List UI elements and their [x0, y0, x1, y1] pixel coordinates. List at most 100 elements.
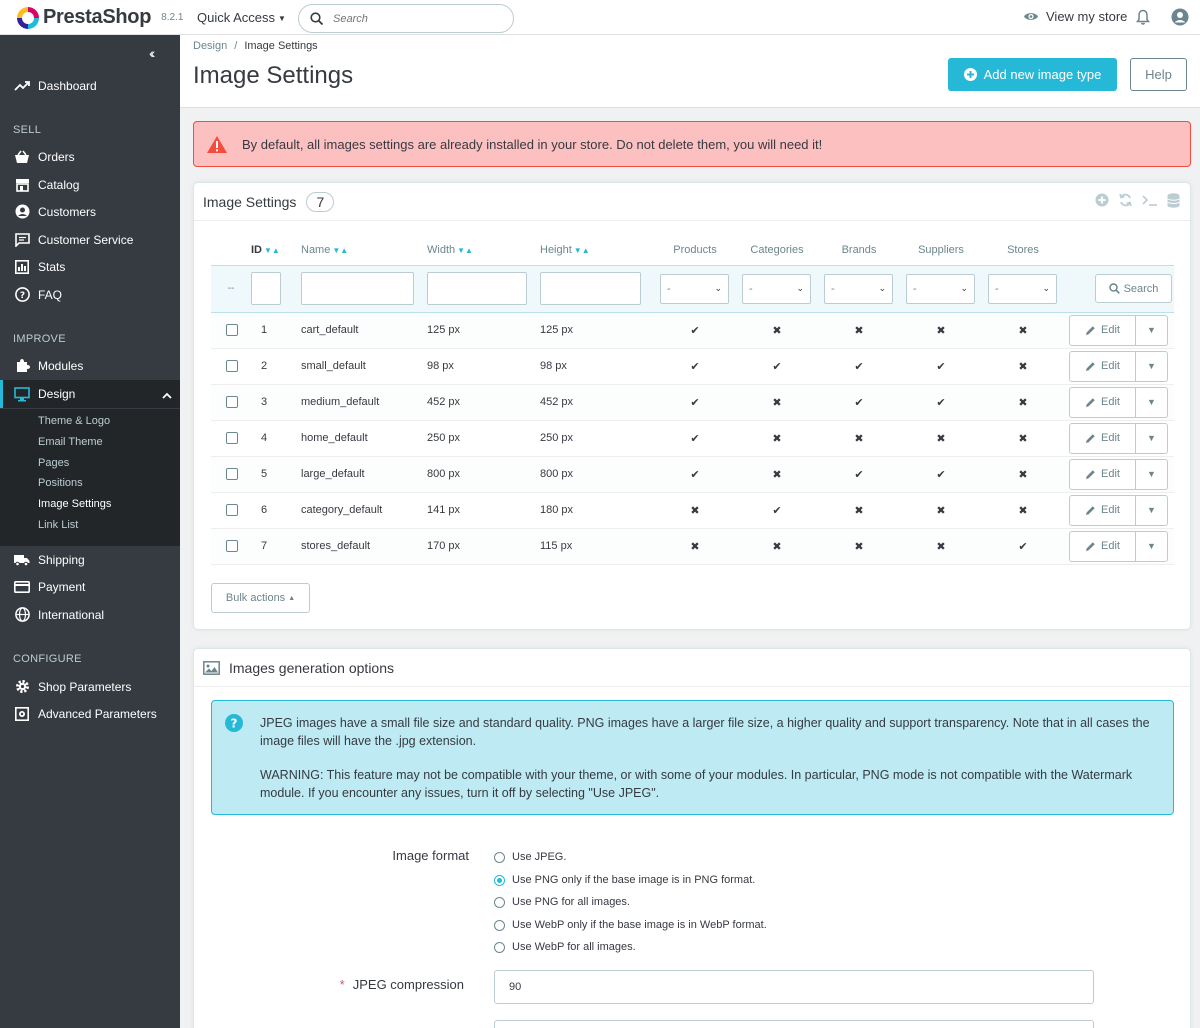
- th-height[interactable]: Height ▼▲: [540, 236, 654, 265]
- cell-categories[interactable]: ✖: [736, 384, 818, 421]
- format-option-webp-all[interactable]: Use WebP for all images.: [494, 941, 636, 953]
- filter-brands-select[interactable]: - ⌄: [824, 273, 893, 304]
- cell-brands[interactable]: ✖: [818, 312, 900, 349]
- edit-button[interactable]: Edit: [1070, 423, 1136, 453]
- sort-icon[interactable]: ▼▲: [332, 246, 348, 255]
- th-width[interactable]: Width ▼▲: [427, 236, 540, 265]
- refresh-icon[interactable]: [1118, 193, 1133, 207]
- cell-stores[interactable]: ✖: [982, 492, 1064, 529]
- sidebar-item-faq[interactable]: ? FAQ: [0, 281, 180, 308]
- filter-id-input[interactable]: [251, 272, 281, 305]
- search-filter-button[interactable]: Search: [1095, 274, 1172, 303]
- sidebar-item-shipping[interactable]: Shipping: [0, 546, 180, 573]
- filter-stores-select[interactable]: - ⌄: [988, 273, 1057, 304]
- cell-suppliers[interactable]: ✖: [900, 492, 982, 529]
- filter-name-input[interactable]: [301, 272, 414, 305]
- row-actions-dropdown[interactable]: ▼: [1136, 352, 1167, 381]
- submenu-pages[interactable]: Pages: [38, 457, 69, 469]
- format-option-png-all[interactable]: Use PNG for all images.: [494, 896, 630, 908]
- filter-height-input[interactable]: [540, 272, 641, 305]
- cell-categories[interactable]: ✔: [736, 492, 818, 529]
- table-row[interactable]: 2 small_default 98 px 98 px ✔ ✔ ✔ ✔ ✖ Edit ▼: [211, 348, 1174, 385]
- format-option-webp-if-webp[interactable]: Use WebP only if the base image is in We…: [494, 919, 767, 931]
- submenu-positions[interactable]: Positions: [38, 477, 83, 489]
- header-search[interactable]: [298, 4, 514, 33]
- radio-button[interactable]: [494, 851, 505, 863]
- table-row[interactable]: 6 category_default 141 px 180 px ✖ ✔ ✖ ✖ ✖ Edit ▼: [211, 492, 1174, 529]
- table-row[interactable]: 3 medium_default 452 px 452 px ✔ ✖ ✔ ✔ ✖ Edit ▼: [211, 384, 1174, 421]
- breadcrumb-design[interactable]: Design: [193, 40, 227, 52]
- cell-brands[interactable]: ✖: [818, 420, 900, 457]
- cell-stores[interactable]: ✖: [982, 456, 1064, 493]
- cell-stores[interactable]: ✖: [982, 312, 1064, 349]
- radio-button[interactable]: [494, 941, 505, 953]
- collapse-sidebar-button[interactable]: ‹‹: [149, 45, 156, 61]
- edit-button[interactable]: Edit: [1070, 351, 1136, 381]
- sidebar-item-international[interactable]: International: [0, 601, 180, 628]
- radio-button[interactable]: [494, 919, 505, 931]
- row-actions-dropdown[interactable]: ▼: [1136, 424, 1167, 453]
- cell-categories[interactable]: ✔: [736, 348, 818, 385]
- edit-button[interactable]: Edit: [1070, 495, 1136, 525]
- row-actions-dropdown[interactable]: ▼: [1136, 388, 1167, 417]
- filter-suppliers-select[interactable]: - ⌄: [906, 273, 975, 304]
- submenu-image-settings[interactable]: Image Settings: [38, 498, 111, 510]
- add-new-icon[interactable]: [1095, 193, 1109, 207]
- cell-stores[interactable]: ✖: [982, 420, 1064, 457]
- cell-products[interactable]: ✖: [654, 528, 736, 565]
- cell-products[interactable]: ✖: [654, 492, 736, 529]
- cell-brands[interactable]: ✔: [818, 456, 900, 493]
- table-row[interactable]: 7 stores_default 170 px 115 px ✖ ✖ ✖ ✖ ✔ Edit ▼: [211, 528, 1174, 565]
- cell-brands[interactable]: ✔: [818, 348, 900, 385]
- format-option-jpeg[interactable]: Use JPEG.: [494, 851, 566, 863]
- help-button[interactable]: Help: [1130, 58, 1187, 91]
- cell-suppliers[interactable]: ✖: [900, 420, 982, 457]
- sidebar-item-stats[interactable]: Stats: [0, 253, 180, 280]
- row-checkbox[interactable]: [226, 504, 238, 516]
- radio-button[interactable]: [494, 896, 505, 908]
- cell-stores[interactable]: ✖: [982, 384, 1064, 421]
- submenu-email-theme[interactable]: Email Theme: [38, 436, 103, 448]
- sidebar-item-modules[interactable]: Modules: [0, 352, 180, 379]
- employee-menu[interactable]: [1171, 8, 1189, 29]
- prestashop-logo[interactable]: PrestaShop 8.2.1: [17, 6, 183, 29]
- cell-products[interactable]: ✔: [654, 312, 736, 349]
- sidebar-item-design[interactable]: Design: [0, 380, 180, 408]
- bulk-actions-button[interactable]: Bulk actions ▲: [211, 583, 310, 613]
- edit-button[interactable]: Edit: [1070, 387, 1136, 417]
- cell-products[interactable]: ✔: [654, 456, 736, 493]
- cell-suppliers[interactable]: ✔: [900, 456, 982, 493]
- cell-brands[interactable]: ✖: [818, 492, 900, 529]
- notifications-button[interactable]: [1136, 9, 1150, 29]
- cell-suppliers[interactable]: ✖: [900, 312, 982, 349]
- sidebar-item-customers[interactable]: Customers: [0, 198, 180, 225]
- filter-width-input[interactable]: [427, 272, 527, 305]
- table-row[interactable]: 5 large_default 800 px 800 px ✔ ✖ ✔ ✔ ✖ Edit ▼: [211, 456, 1174, 493]
- radio-button-selected[interactable]: [494, 874, 505, 886]
- terminal-icon[interactable]: [1142, 193, 1158, 207]
- sidebar-item-orders[interactable]: Orders: [0, 143, 180, 170]
- sidebar-item-dashboard[interactable]: Dashboard: [0, 72, 180, 99]
- sort-icon[interactable]: ▼▲: [574, 246, 590, 255]
- sort-icon[interactable]: ▼▲: [264, 246, 280, 255]
- cell-categories[interactable]: ✖: [736, 528, 818, 565]
- search-input[interactable]: [333, 11, 503, 27]
- cell-products[interactable]: ✔: [654, 348, 736, 385]
- row-actions-dropdown[interactable]: ▼: [1136, 532, 1167, 561]
- submenu-link-list[interactable]: Link List: [38, 519, 78, 531]
- row-checkbox[interactable]: [226, 396, 238, 408]
- th-id[interactable]: ID ▼▲: [251, 236, 301, 265]
- filter-products-select[interactable]: - ⌄: [660, 273, 729, 304]
- view-my-store-link[interactable]: View my store: [1023, 9, 1127, 24]
- sidebar-item-payment[interactable]: Payment: [0, 573, 180, 600]
- filter-categories-select[interactable]: - ⌄: [742, 273, 811, 304]
- row-checkbox[interactable]: [226, 540, 238, 552]
- cell-suppliers[interactable]: ✔: [900, 384, 982, 421]
- sidebar-item-customer-service[interactable]: Customer Service: [0, 226, 180, 253]
- format-option-png-if-png[interactable]: Use PNG only if the base image is in PNG…: [494, 874, 755, 886]
- table-row[interactable]: 4 home_default 250 px 250 px ✔ ✖ ✖ ✖ ✖ Edit ▼: [211, 420, 1174, 457]
- row-checkbox[interactable]: [226, 360, 238, 372]
- row-checkbox[interactable]: [226, 468, 238, 480]
- cell-brands[interactable]: ✔: [818, 384, 900, 421]
- table-row[interactable]: 1 cart_default 125 px 125 px ✔ ✖ ✖ ✖ ✖ Edit ▼: [211, 312, 1174, 349]
